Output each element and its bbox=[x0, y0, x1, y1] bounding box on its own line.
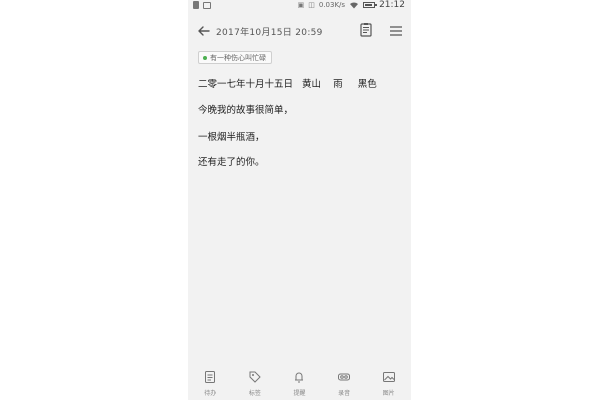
battery-icon bbox=[363, 2, 378, 8]
todo-list-icon bbox=[205, 371, 216, 383]
tag-dot-icon bbox=[203, 55, 207, 60]
note-line: 一根烟半瓶酒， bbox=[198, 132, 265, 143]
note-toolbar: 2017年10月15日 20:59 bbox=[188, 18, 411, 44]
record-button[interactable]: 录音 bbox=[324, 366, 364, 397]
note-line: 二零一七年十月十五日 黄山 雨 黑色 bbox=[198, 79, 377, 90]
tag-icon bbox=[249, 371, 261, 383]
image-button[interactable]: 图片 bbox=[369, 366, 409, 397]
network-speed: 0.03K/s bbox=[318, 1, 346, 9]
vibrate-icon: ◫ bbox=[308, 1, 315, 9]
status-right: ▣ ◫ 0.03K/s 21:12 bbox=[298, 0, 405, 10]
bell-icon bbox=[295, 372, 304, 383]
status-left bbox=[193, 1, 211, 9]
nfc-icon: ▣ bbox=[297, 1, 305, 9]
menu-icon[interactable] bbox=[388, 23, 404, 39]
clock: 21:12 bbox=[379, 0, 405, 10]
bottom-toolbar: 待办 标签 提醒 录音 图片 bbox=[188, 366, 411, 400]
tag-button[interactable]: 标签 bbox=[235, 366, 275, 397]
reminder-label: 提醒 bbox=[293, 390, 306, 397]
phone-screen: ▣ ◫ 0.03K/s 21:12 2017年10月15日 20:59 有一种伤… bbox=[188, 0, 411, 400]
image-label: 图片 bbox=[382, 390, 395, 397]
image-icon bbox=[382, 372, 395, 382]
record-label: 录音 bbox=[338, 390, 351, 397]
tag-chip[interactable]: 有一种伤心叫忙碌 bbox=[198, 51, 272, 64]
todo-button[interactable]: 待办 bbox=[190, 366, 230, 397]
tag-label: 有一种伤心叫忙碌 bbox=[210, 53, 266, 62]
recorder-icon bbox=[338, 373, 351, 381]
checklist-icon[interactable] bbox=[358, 22, 374, 38]
note-line: 还有走了的你。 bbox=[198, 157, 265, 168]
notification-icon bbox=[203, 1, 211, 9]
wifi-icon bbox=[350, 2, 359, 9]
note-date: 2017年10月15日 20:59 bbox=[216, 28, 323, 38]
note-line: 今晚我的故事很简单， bbox=[198, 105, 294, 116]
back-arrow-icon[interactable] bbox=[196, 23, 212, 39]
todo-label: 待办 bbox=[204, 390, 217, 397]
status-bar: ▣ ◫ 0.03K/s 21:12 bbox=[188, 0, 411, 12]
reminder-button[interactable]: 提醒 bbox=[279, 366, 319, 397]
sim-icon bbox=[193, 1, 199, 9]
tag-button-label: 标签 bbox=[248, 390, 261, 397]
